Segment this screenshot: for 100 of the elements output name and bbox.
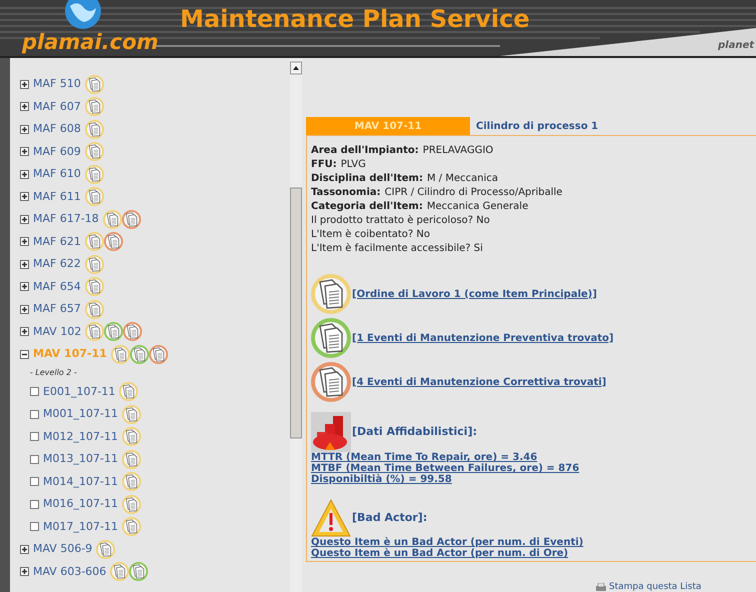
tree-item[interactable]: M013_107-11 (43, 451, 118, 468)
tree-item[interactable]: MAF 657 (33, 301, 81, 318)
documents-icon[interactable] (84, 254, 104, 274)
documents-icon[interactable] (84, 120, 104, 139)
warning-icon (311, 499, 351, 537)
detail-link[interactable]: Questo Item è un Bad Actor (per num. di Eventi) (311, 537, 756, 548)
tree-item[interactable]: MAF 609 (33, 144, 81, 160)
documents-icon[interactable] (122, 472, 141, 492)
tree-item[interactable]: MAF 617-18 (33, 211, 99, 228)
tree-item[interactable]: MAF 608 (33, 121, 81, 138)
documents-icon[interactable] (85, 322, 104, 342)
item-checkbox[interactable] (30, 454, 39, 464)
expand-icon[interactable] (20, 304, 29, 314)
property-value: L'Item è facilmente accessibile? Si (311, 242, 483, 256)
documents-icon[interactable] (122, 494, 141, 514)
documents-icon[interactable] (84, 164, 104, 184)
documents-icon[interactable] (123, 322, 142, 342)
item-checkbox[interactable] (30, 522, 39, 532)
tree-item[interactable]: MAF 654 (33, 278, 81, 295)
detail-link[interactable]: [1 Eventi di Manutenzione Preventiva trovato] (352, 332, 614, 344)
item-checkbox[interactable] (30, 500, 39, 509)
property-label: Disciplina dell'Item: (311, 172, 423, 186)
tree-item[interactable]: M017_107-11 (43, 518, 118, 535)
scrollbar[interactable] (290, 58, 302, 592)
tree-item[interactable]: M012_107-11 (43, 428, 118, 445)
detail-link[interactable]: MTBF (Mean Time Between Failures, ore) = 876 (311, 463, 756, 474)
expand-icon[interactable] (20, 567, 29, 576)
documents-icon[interactable] (119, 382, 138, 402)
documents-icon[interactable] (84, 300, 104, 319)
property-value: M / Meccanica (426, 172, 498, 186)
level-label: - Levello 2 - (29, 367, 78, 379)
documents-icon[interactable] (122, 517, 141, 536)
documents-icon[interactable] (102, 210, 122, 229)
tree-item[interactable]: M014_107-11 (43, 474, 118, 490)
documents-icon[interactable] (84, 277, 104, 296)
expand-icon[interactable] (20, 124, 29, 134)
property-label: Tassonomia: (311, 186, 381, 200)
detail-link[interactable]: Questo Item è un Bad Actor (per num. di Ore) (311, 548, 756, 559)
item-checkbox[interactable] (30, 410, 39, 419)
documents-icon[interactable] (122, 210, 141, 229)
expand-icon[interactable] (20, 237, 29, 246)
documents-icon[interactable] (122, 404, 141, 424)
documents-icon[interactable] (148, 344, 168, 364)
documents-icon[interactable] (129, 562, 148, 582)
documents-icon[interactable] (122, 427, 141, 446)
documents-icon[interactable] (84, 74, 104, 94)
tree-item[interactable]: MAV 603-606 (33, 564, 106, 580)
tree-item[interactable]: MAF 611 (33, 188, 81, 205)
documents-icon[interactable] (104, 322, 124, 342)
tree-item[interactable]: E001_107-11 (43, 384, 116, 400)
tree-item[interactable]: MAF 510 (33, 76, 81, 92)
expand-icon[interactable] (20, 544, 29, 554)
expand-icon[interactable] (20, 147, 29, 156)
tree-item[interactable]: MAV 506-9 (33, 541, 92, 558)
documents-icon[interactable] (84, 232, 104, 252)
tree-item[interactable]: MAF 607 (33, 98, 81, 115)
documents-icon[interactable] (84, 97, 104, 116)
expand-icon[interactable] (20, 260, 29, 269)
detail-link[interactable]: Disponibiltià (%) = 99.58 (311, 474, 756, 485)
collapse-icon[interactable] (20, 350, 29, 359)
documents-icon[interactable] (104, 232, 123, 252)
tree-item[interactable]: MAF 622 (33, 256, 81, 272)
documents-icon[interactable] (122, 450, 141, 469)
printer-icon[interactable] (596, 582, 606, 592)
page-title: Maintenance Plan Service (180, 4, 530, 34)
documents-icon[interactable] (311, 362, 351, 402)
documents-icon[interactable] (130, 344, 149, 364)
tree-item[interactable]: MAF 621 (33, 234, 81, 250)
tree-item[interactable]: MAF 610 (33, 166, 81, 182)
expand-icon[interactable] (20, 214, 29, 224)
documents-icon[interactable] (311, 318, 351, 358)
detail-link[interactable]: [4 Eventi di Manutenzione Correttiva trovati] (352, 376, 606, 388)
site-logo: plamai.com (22, 32, 158, 53)
expand-icon[interactable] (20, 192, 29, 202)
documents-icon[interactable] (84, 187, 104, 206)
documents-icon[interactable] (110, 344, 130, 364)
property-value: Meccanica Generale (426, 200, 528, 214)
item-checkbox[interactable] (30, 432, 39, 442)
detail-link[interactable]: MTTR (Mean Time To Repair, ore) = 3.46 (311, 452, 756, 463)
property-value: L'Item è coibentato? No (311, 228, 430, 242)
expand-icon[interactable] (20, 327, 29, 336)
documents-icon[interactable] (96, 540, 116, 559)
expand-icon[interactable] (20, 102, 29, 112)
documents-icon[interactable] (110, 562, 130, 582)
tree-item[interactable]: M016_107-11 (43, 496, 118, 512)
expand-icon[interactable] (20, 282, 29, 292)
expand-icon[interactable] (20, 170, 29, 179)
documents-icon[interactable] (311, 274, 351, 314)
item-checkbox[interactable] (30, 477, 39, 486)
property-value: CIPR / Cilindro di Processo/Apriballe (384, 186, 562, 200)
property-value: PRELAVAGGIO (422, 144, 494, 158)
documents-icon[interactable] (84, 142, 104, 162)
detail-link[interactable]: [Ordine di Lavoro 1 (come Item Principale)] (352, 288, 597, 300)
tree-item[interactable]: M001_107-11 (43, 406, 118, 422)
section-heading: [Bad Actor]: (352, 510, 428, 526)
print-link[interactable]: Stampa questa Lista (609, 582, 702, 592)
tree-item[interactable]: MAV 102 (33, 324, 82, 340)
brand-label: planet (718, 41, 754, 51)
item-checkbox[interactable] (30, 387, 39, 396)
expand-icon[interactable] (20, 80, 29, 89)
